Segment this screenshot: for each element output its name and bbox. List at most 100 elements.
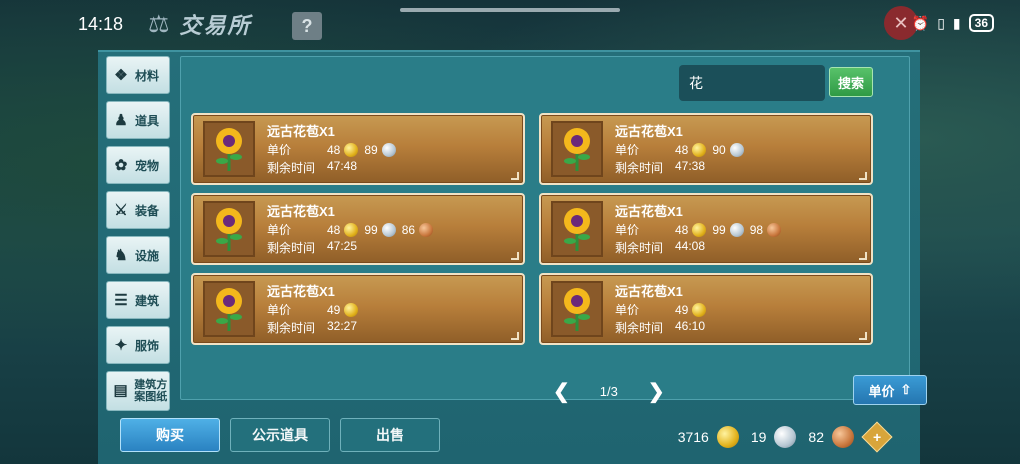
sidebar-item-label: 建筑方案图纸 bbox=[134, 379, 168, 403]
listing-card[interactable]: 远古花苞X1 单价 48 99 98 剩余时间 44:08 bbox=[539, 193, 873, 265]
search-input[interactable]: 花 bbox=[679, 65, 825, 101]
wallet-copper: 82 bbox=[808, 429, 824, 445]
corner-icon bbox=[511, 252, 519, 260]
clothing-icon: ✦ bbox=[114, 337, 128, 354]
add-currency-button[interactable]: + bbox=[861, 421, 893, 453]
price-silver: 89 bbox=[364, 142, 378, 157]
plus-icon: + bbox=[872, 429, 882, 445]
price-gold: 48 bbox=[327, 142, 341, 157]
time-remaining: 47:48 bbox=[327, 159, 358, 173]
scale-icon: ⚖ bbox=[148, 10, 170, 38]
sidebar-item-label: 材料 bbox=[135, 68, 160, 83]
tab-sell[interactable]: 出售 bbox=[340, 418, 440, 452]
listing-card[interactable]: 远古花苞X1 单价 48 90 剩余时间 47:38 bbox=[539, 113, 873, 185]
gold-coin-icon bbox=[344, 142, 359, 157]
price-gold: 48 bbox=[675, 222, 689, 237]
sunflower-icon bbox=[203, 201, 255, 257]
wallet: 3716 19 82 + bbox=[677, 421, 893, 453]
price-silver: 90 bbox=[712, 142, 726, 157]
next-page-icon[interactable]: ❯ bbox=[648, 379, 665, 404]
pagination: ❮ 1/3 ❯ bbox=[553, 379, 665, 404]
exchange-panel: ❖ 材料 ♟ 道具 ✿ 宠物 ⚔ 装备 ♞ 设施 ☰ 建筑 ✦ 服饰 ▤ 建筑方 bbox=[98, 50, 927, 464]
alarm-icon: ⏰ bbox=[911, 14, 930, 31]
equipment-icon: ⚔ bbox=[114, 202, 128, 219]
drag-handle bbox=[400, 8, 620, 12]
time-label: 剩余时间 bbox=[615, 321, 664, 335]
sidebar-item-equipment[interactable]: ⚔ 装备 bbox=[106, 191, 170, 229]
blueprint-icon: ▤ bbox=[113, 382, 128, 399]
wallet-gold: 3716 bbox=[677, 429, 709, 445]
gold-coin-icon bbox=[344, 222, 359, 237]
sidebar-item-label: 建筑 bbox=[135, 293, 160, 308]
price-label: 单价 bbox=[615, 223, 640, 237]
sidebar-item-facilities[interactable]: ♞ 设施 bbox=[106, 236, 170, 274]
building-icon: ☰ bbox=[114, 292, 128, 309]
price-label: 单价 bbox=[267, 303, 292, 317]
price-label: 单价 bbox=[267, 143, 292, 157]
gold-coin-icon bbox=[716, 426, 739, 448]
sunflower-icon bbox=[203, 281, 255, 337]
tab-buy[interactable]: 购买 bbox=[120, 418, 220, 452]
sort-by-price-button[interactable]: 单价 ⇧ bbox=[853, 375, 927, 405]
corner-icon bbox=[859, 252, 867, 260]
copper-coin-icon bbox=[419, 222, 434, 237]
sort-label: 单价 bbox=[868, 383, 895, 399]
time-remaining: 47:25 bbox=[327, 239, 358, 253]
pet-paw-icon: ✿ bbox=[114, 157, 128, 174]
sunflower-icon bbox=[551, 201, 603, 257]
listing-area: 花 搜索 远古花苞X1 单价 48 89 剩余时间 47:48 远古花苞X1 单… bbox=[180, 56, 927, 405]
prev-page-icon[interactable]: ❮ bbox=[553, 379, 570, 404]
corner-icon bbox=[511, 332, 519, 340]
price-gold: 49 bbox=[327, 302, 341, 317]
gold-coin-icon bbox=[692, 222, 707, 237]
price-label: 单价 bbox=[267, 223, 292, 237]
silver-coin-icon bbox=[774, 426, 797, 448]
tab-public-items[interactable]: 公示道具 bbox=[230, 418, 330, 452]
search-button[interactable]: 搜索 bbox=[829, 67, 873, 97]
price-silver: 99 bbox=[364, 222, 378, 237]
listing-card[interactable]: 远古花苞X1 单价 48 99 86 剩余时间 47:25 bbox=[191, 193, 525, 265]
time-remaining: 44:08 bbox=[675, 239, 706, 253]
sidebar-item-blueprints[interactable]: ▤ 建筑方案图纸 bbox=[106, 371, 170, 411]
sidebar-item-props[interactable]: ♟ 道具 bbox=[106, 101, 170, 139]
category-sidebar: ❖ 材料 ♟ 道具 ✿ 宠物 ⚔ 装备 ♞ 设施 ☰ 建筑 ✦ 服饰 ▤ 建筑方 bbox=[106, 56, 170, 418]
time-label: 剩余时间 bbox=[267, 161, 316, 175]
listing-card[interactable]: 远古花苞X1 单价 48 89 剩余时间 47:48 bbox=[191, 113, 525, 185]
copper-coin-icon bbox=[832, 426, 854, 448]
status-icons: ⏰ ▯ ▮ 36 bbox=[912, 14, 994, 32]
silver-coin-icon bbox=[729, 222, 744, 237]
gold-coin-icon bbox=[344, 302, 359, 317]
page-indicator: 1/3 bbox=[599, 384, 618, 399]
corner-icon bbox=[511, 172, 519, 180]
props-icon: ♟ bbox=[114, 112, 128, 129]
listing-card[interactable]: 远古花苞X1 单价 49 剩余时间 46:10 bbox=[539, 273, 873, 345]
page-title: 交易所 bbox=[179, 13, 252, 38]
sidebar-item-clothing[interactable]: ✦ 服饰 bbox=[106, 326, 170, 364]
time-remaining: 47:38 bbox=[675, 159, 706, 173]
corner-icon bbox=[859, 332, 867, 340]
status-bar: 14:18 ⚖ 交易所 ? ✕ ⏰ ▯ ▮ 36 bbox=[0, 0, 1020, 50]
gold-coin-icon bbox=[692, 142, 707, 157]
signal-icon: ▮ bbox=[952, 14, 961, 31]
time-label: 剩余时间 bbox=[267, 241, 316, 255]
silver-coin-icon bbox=[729, 142, 744, 157]
sidebar-item-pets[interactable]: ✿ 宠物 bbox=[106, 146, 170, 184]
sidebar-item-materials[interactable]: ❖ 材料 bbox=[106, 56, 170, 94]
price-copper: 86 bbox=[401, 222, 416, 237]
item-name: 远古花苞X1 bbox=[615, 284, 683, 299]
item-name: 远古花苞X1 bbox=[267, 284, 335, 299]
price-label: 单价 bbox=[615, 303, 640, 317]
silver-coin-icon bbox=[381, 142, 396, 157]
status-clock: 14:18 bbox=[78, 14, 124, 34]
sidebar-item-buildings[interactable]: ☰ 建筑 bbox=[106, 281, 170, 319]
sidebar-item-label: 装备 bbox=[135, 203, 160, 218]
vibrate-icon: ▯ bbox=[937, 14, 945, 31]
item-name: 远古花苞X1 bbox=[267, 124, 335, 139]
sort-arrow-icon: ⇧ bbox=[900, 382, 912, 397]
battery-indicator: 36 bbox=[968, 14, 994, 32]
materials-icon: ❖ bbox=[114, 67, 128, 84]
price-label: 单价 bbox=[615, 143, 640, 157]
listing-card[interactable]: 远古花苞X1 单价 49 剩余时间 32:27 bbox=[191, 273, 525, 345]
copper-coin-icon bbox=[767, 222, 782, 237]
help-button[interactable]: ? bbox=[292, 12, 322, 40]
